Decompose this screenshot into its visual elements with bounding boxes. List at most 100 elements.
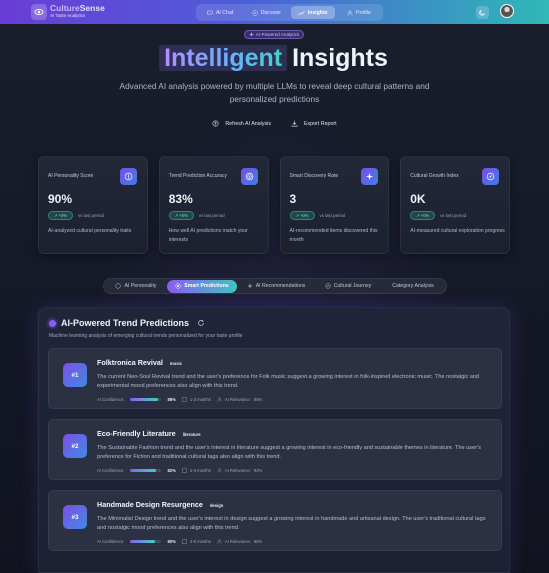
confidence-value: 80% [167,539,176,544]
trend-up-icon: ↗ [53,213,58,218]
user-icon [217,397,222,402]
stat-card-discovery: Smart Discovery Rate 3 ↗ +0% vs last peri… [279,156,390,254]
page-title-highlight: Intelligent [161,44,285,72]
tab-label: AI Chat [215,9,234,16]
stat-value: 3 [289,192,297,206]
target-icon [175,283,181,289]
trend-predictions-panel: AI-Powered Trend Predictions Machine lea… [38,307,510,573]
calendar-icon [182,397,187,402]
trend-icon [297,10,305,15]
tab-smart-predictions[interactable]: Smart Predictions [167,279,237,293]
page-title-rest: Insights [292,44,388,72]
panel-header: AI-Powered Trend Predictions [49,318,205,328]
trend-card[interactable]: #1 Folktronica Revival music The current … [48,348,502,409]
confidence-bar [130,398,162,401]
trend-tag: design [209,502,224,508]
chat-icon [207,10,213,16]
trend-badge: ↗ +0% [410,211,436,220]
analytics-badge-label: AI-Powered Analytics [255,32,300,37]
stat-description: How well AI predictions match your inter… [168,228,248,243]
confidence-bar [130,540,162,543]
trend-description: The Minimalist Design trend and the user… [97,516,486,532]
moon-icon [479,9,485,16]
refresh-analysis-label: Refresh AI Analysis [225,120,271,127]
brain-icon [212,120,219,127]
user-icon [347,10,353,16]
stat-label: Trend Prediction Accuracy [168,173,227,179]
theme-toggle-button[interactable] [476,6,489,19]
trend-title-row: Folktronica Revival music [97,358,182,367]
tab-label: Smart Predictions [184,283,229,289]
analytics-badge: AI-Powered Analytics [244,30,304,39]
timeframe: 1-3 months [182,397,211,402]
trend-badge: ↗ +0% [168,211,194,220]
trend-up-icon: ↗ [295,213,299,218]
calendar-icon [182,468,187,473]
relevance: AI Relevance: 85% [217,397,262,402]
timeframe: 3-6 months [182,539,211,544]
insight-section-tabs: AI Personality Smart Predictions AI Reco… [103,278,447,294]
tab-label: Profile [356,9,371,16]
trend-meta: AI Confidence: 82% 2-4 months AI Relevan… [97,468,262,473]
stat-description: AI-measured cultural exploration progres… [410,228,505,234]
trend-badge: ↗ +0% [289,211,315,220]
trend-title: Eco-Friendly Literature [97,429,176,438]
trend-value: +0% [300,213,309,218]
timeframe-value: 2-4 months [189,468,211,473]
user-icon [217,539,222,544]
user-avatar[interactable] [500,4,514,18]
stat-label: Cultural Growth Index [410,173,459,179]
stat-card-accuracy: Trend Prediction Accuracy 83% ↗ +0% vs la… [158,156,269,254]
trend-meta: AI Confidence: 88% 1-3 months AI Relevan… [97,397,262,402]
page-title: Intelligent Insights [0,43,549,73]
tab-label: AI Personality [124,283,157,289]
tab-discover[interactable]: Discover [244,6,288,19]
trend-value: +0% [420,213,430,218]
confidence-fill [130,398,158,401]
tab-category-analysis[interactable]: Category Analysis [381,280,445,293]
brand: CultureSense AI Taste Analytics [50,4,105,19]
main-tabs: AI Chat Discover Insights Profile [196,4,383,21]
tab-ai-personality[interactable]: AI Personality [105,280,167,293]
tab-label: Discover [260,9,281,16]
stat-trend: ↗ +0% vs last period [410,211,466,220]
confidence-label: AI Confidence: [97,468,125,473]
tab-cultural-journey[interactable]: Cultural Journey [315,280,381,293]
trend-card[interactable]: #3 Handmade Design Resurgence design The … [48,490,502,551]
tab-ai-recommendations[interactable]: AI Recommendations [237,280,315,293]
refresh-icon[interactable] [197,319,205,327]
trend-card[interactable]: #2 Eco-Friendly Literature literature The… [48,419,502,480]
stat-label: Smart Discovery Rate [289,173,339,179]
trend-title-row: Handmade Design Resurgence design [97,500,223,509]
compass-icon [325,283,331,289]
confidence-bar [130,469,162,472]
logo-eye-icon[interactable] [31,4,47,20]
tab-profile[interactable]: Profile [337,6,381,19]
stat-trend: ↗ +0% vs last period [168,211,225,220]
refresh-analysis-button[interactable]: Refresh AI Analysis [212,120,271,127]
export-report-button[interactable]: Export Report [291,120,337,127]
trend-title: Folktronica Revival [97,358,163,367]
brain-icon [115,283,122,289]
tab-insights[interactable]: Insights [290,6,335,19]
relevance-value: 92% [253,468,263,473]
trend-description: The Sustainable Fashion trend and the us… [97,445,481,461]
tab-ai-chat[interactable]: AI Chat [198,6,242,19]
compass-icon [482,168,499,185]
confidence-value: 88% [167,397,176,402]
rank-badge: #2 [63,434,87,458]
trend-tag: music [169,360,183,366]
brand-subtitle: AI Taste Analytics [50,13,86,18]
trend-tag: literature [182,431,201,437]
confidence-fill [130,540,156,543]
relevance-value: 85% [253,397,263,402]
stat-description: AI-recommended items discovered this mon… [289,228,378,243]
tab-label: Cultural Journey [333,283,372,289]
timeframe: 2-4 months [182,468,211,473]
brain-icon [119,168,137,185]
top-nav: CultureSense AI Taste Analytics AI Chat … [0,0,549,24]
stat-value: 90% [48,192,73,206]
brand-name-a: Culture [50,3,80,13]
status-dot-icon [49,319,56,327]
confidence-label: AI Confidence: [97,539,125,544]
